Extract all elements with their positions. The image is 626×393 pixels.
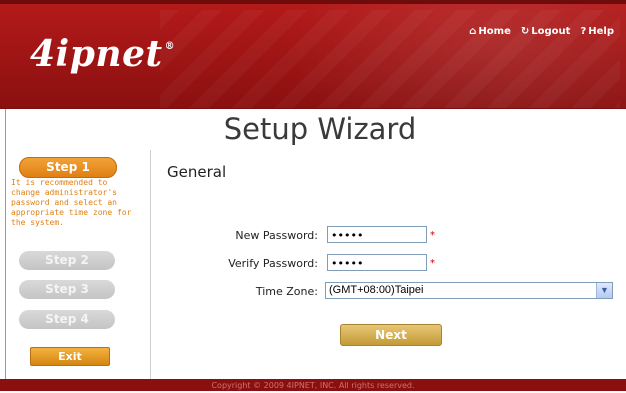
time-zone-label: Time Zone: <box>255 285 318 298</box>
chevron-down-icon[interactable]: ▼ <box>596 283 612 298</box>
step-4-tab[interactable]: Step 4 <box>19 310 115 329</box>
page-title: Setup Wizard <box>223 112 417 146</box>
header-top-line <box>0 0 626 4</box>
footer: Copyright © 2009 4IPNET, INC. All rights… <box>0 379 626 391</box>
logout-link[interactable]: ↻ Logout <box>521 26 571 37</box>
help-link-label: Help <box>588 26 614 37</box>
step-3-tab[interactable]: Step 3 <box>19 280 115 299</box>
header-divider <box>0 108 626 109</box>
home-link[interactable]: ⌂ Home <box>469 26 511 37</box>
step-note: It is recommended to change administrato… <box>11 178 132 227</box>
content-left-border <box>5 109 6 379</box>
help-icon: ? <box>580 26 587 37</box>
time-zone-value: (GMT+08:00)Taipei <box>329 284 424 296</box>
header-banner: 4ipnet ® ⌂ Home ↻ Logout ? Help <box>0 0 626 108</box>
verify-password-required-mark: * <box>430 258 435 269</box>
logout-link-label: Logout <box>531 26 571 37</box>
home-link-label: Home <box>478 26 511 37</box>
home-icon: ⌂ <box>469 26 477 37</box>
new-password-label: New Password: <box>235 229 318 242</box>
exit-button[interactable]: Exit <box>30 347 110 366</box>
step-1-tab[interactable]: Step 1 <box>19 157 117 178</box>
brand-logo: 4ipnet ® <box>30 33 176 75</box>
next-button[interactable]: Next <box>340 324 442 346</box>
logout-icon: ↻ <box>520 26 530 37</box>
new-password-required-mark: * <box>430 230 435 241</box>
section-title: General <box>167 163 227 181</box>
time-zone-select[interactable]: (GMT+08:00)Taipei ▼ <box>325 282 613 299</box>
verify-password-field[interactable]: ••••• <box>327 254 427 271</box>
sidebar-separator <box>150 150 151 380</box>
top-nav: ⌂ Home ↻ Logout ? Help <box>469 26 614 37</box>
help-link[interactable]: ? Help <box>580 26 614 37</box>
step-2-tab[interactable]: Step 2 <box>19 251 115 270</box>
verify-password-label: Verify Password: <box>228 257 318 270</box>
new-password-field[interactable]: ••••• <box>327 226 427 243</box>
